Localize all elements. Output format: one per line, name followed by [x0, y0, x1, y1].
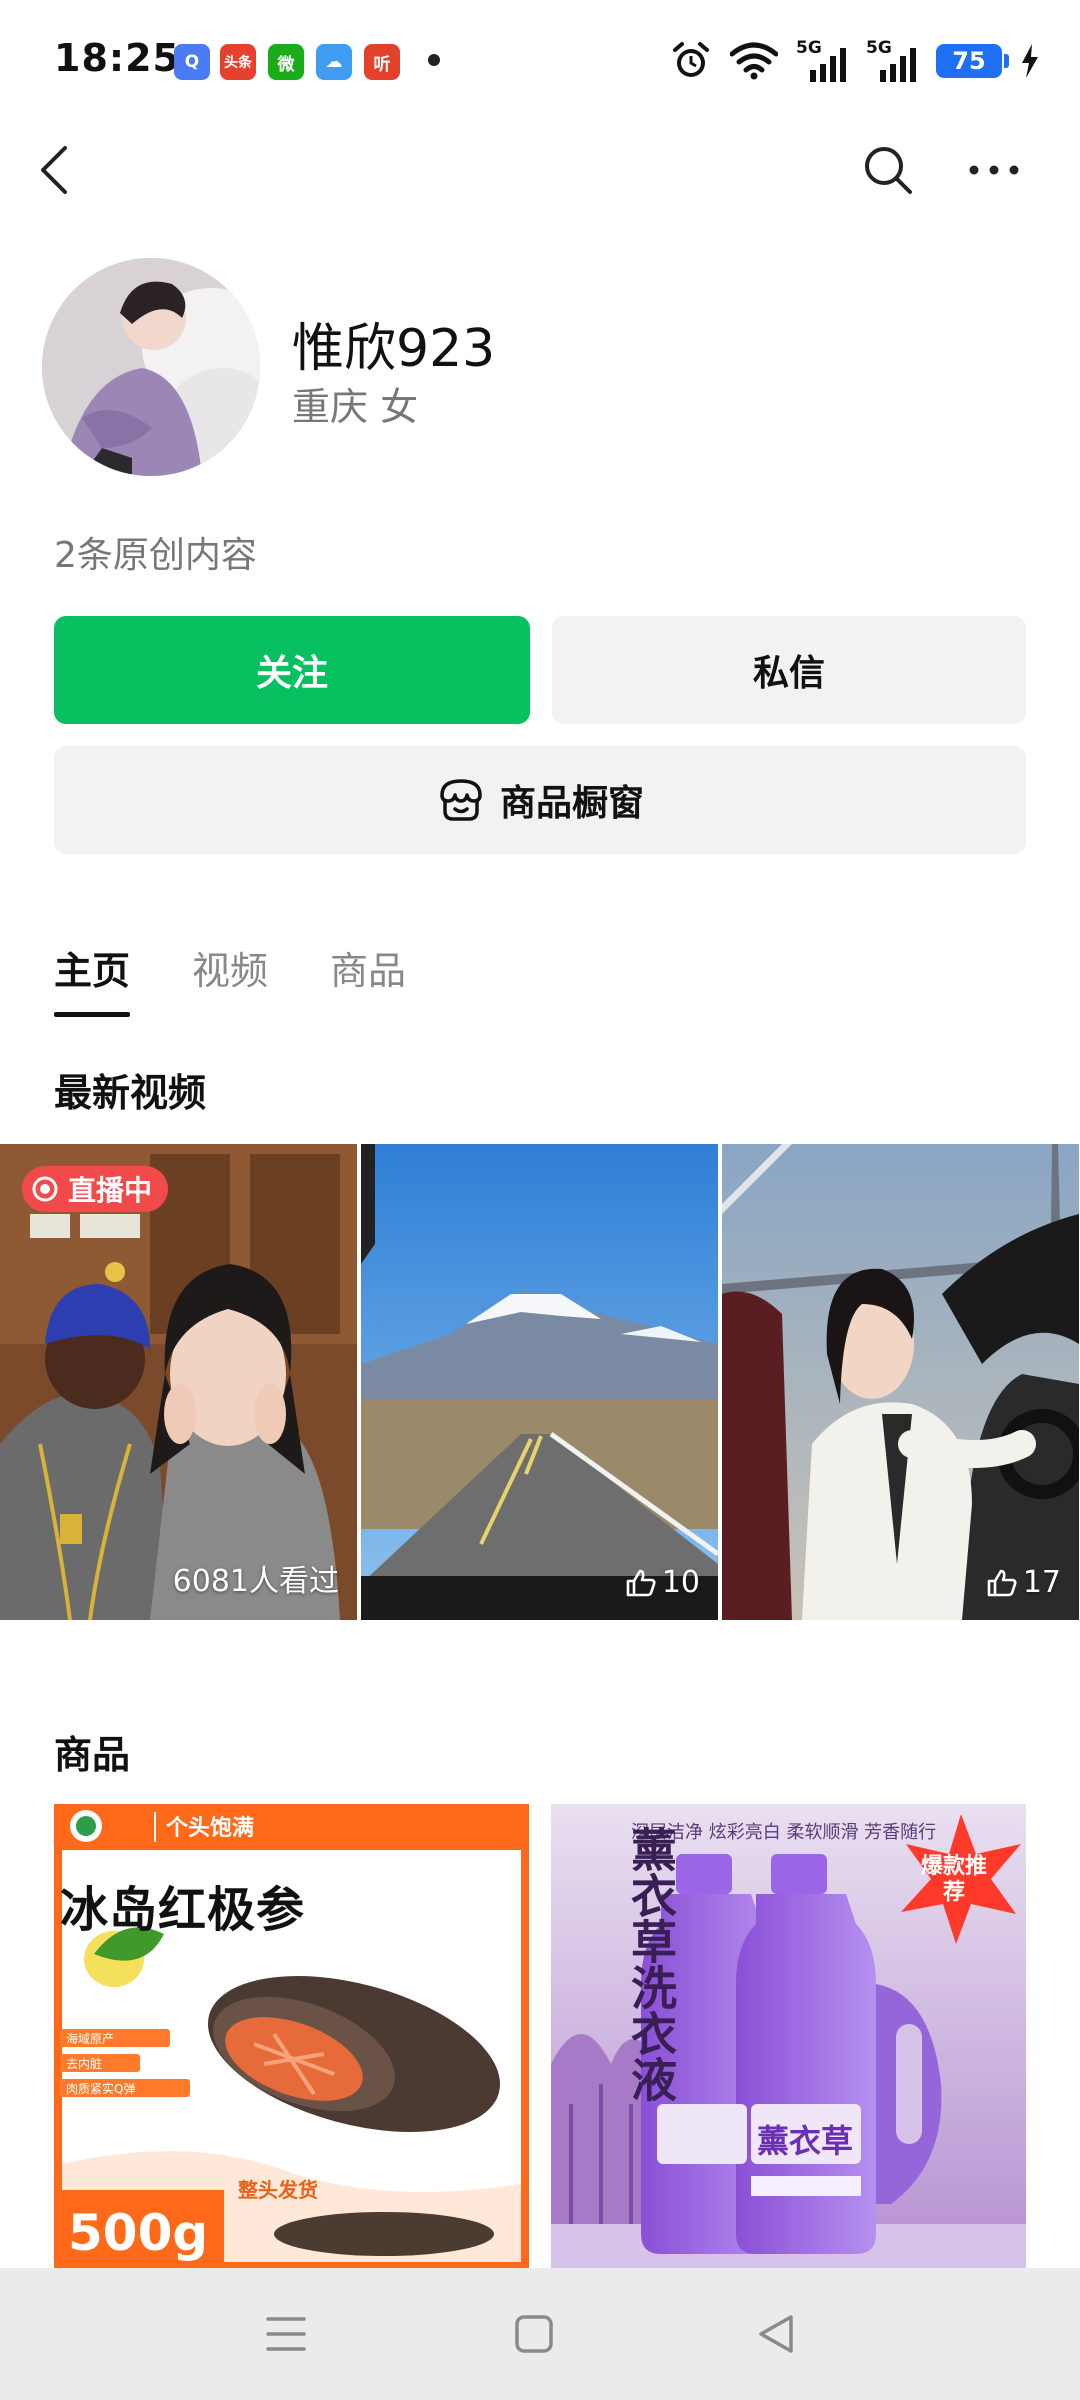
live-badge-label: 直播中: [68, 1174, 153, 1207]
more-notifications-dot: [428, 54, 440, 66]
back-triangle-icon: [759, 2315, 793, 2353]
home-key[interactable]: [498, 2298, 570, 2370]
shop-window-icon: [440, 779, 482, 821]
video-card-road[interactable]: 10: [361, 1144, 718, 1620]
latest-videos-title: 最新视频: [54, 1071, 207, 1115]
message-label: 私信: [752, 653, 825, 694]
wechat-icon: 微: [268, 44, 304, 80]
product-tag: 个头饱满: [166, 1816, 255, 1841]
shop-window-button[interactable]: 商品橱窗: [54, 746, 1026, 854]
profile-name: 惟欣923: [292, 319, 496, 379]
status-time: 18:25: [54, 36, 180, 80]
video-thumbnail-2: [361, 1144, 718, 1620]
back-key[interactable]: [740, 2298, 812, 2370]
like-count-text: 10: [661, 1565, 700, 1600]
avatar[interactable]: [42, 258, 260, 476]
toutiao-icon: 头条: [220, 44, 256, 80]
product-ship-note: 整头发货: [238, 2178, 318, 2202]
battery-level: 75: [952, 47, 986, 75]
system-indicators: 5G 5G 75: [670, 36, 1040, 86]
follow-button[interactable]: 关注: [54, 616, 530, 724]
product-bullet: 海域原产: [66, 2032, 115, 2046]
system-navigation-bar: [0, 2268, 1080, 2400]
weather-icon: ☁: [316, 44, 352, 80]
top-navbar: [0, 130, 1080, 210]
like-count: 17: [987, 1565, 1061, 1600]
status-bar: 18:25 Q 头条 微 ☁ 听 5G 5G 75: [0, 0, 1080, 120]
home-square-icon: [515, 2315, 553, 2353]
tab-home[interactable]: 主页: [54, 940, 131, 1017]
thumbs-up-icon: [987, 1569, 1017, 1596]
chevron-left-icon: [41, 146, 67, 194]
alarm-icon: [673, 42, 709, 77]
product-grid: 个头饱满 冰岛红极参 海域原产 去内脏 肉质紧实Q弹 整头发货 500g 深层洁…: [54, 1804, 1026, 2270]
live-indicator-icon: [32, 1176, 58, 1202]
like-count-text: 17: [1022, 1565, 1061, 1600]
like-count: 10: [626, 1565, 700, 1600]
product-bottle-label: 薰衣草: [757, 2122, 854, 2160]
viewer-count: 6081人看过: [173, 1556, 339, 1600]
original-content-count[interactable]: 2条原创内容: [54, 526, 257, 578]
search-icon: [865, 147, 912, 194]
tab-videos[interactable]: 视频: [192, 940, 268, 1017]
message-button[interactable]: 私信: [552, 616, 1026, 724]
product-burst-badge: 爆款推荐: [920, 1854, 987, 1905]
signal-5g-icon-2: 5G: [866, 38, 918, 82]
more-button[interactable]: [954, 130, 1034, 210]
product-bullet: 肉质紧实Q弹: [66, 2082, 136, 2096]
profile-tabs: 主页 视频 商品: [54, 940, 406, 1017]
signal-5g-icon: 5G: [796, 38, 848, 82]
product-headline: 冰岛红极参: [60, 1882, 306, 1938]
shop-window-label: 商品橱窗: [499, 783, 644, 824]
charging-icon: [1022, 44, 1038, 78]
browser-icon: Q: [174, 44, 210, 80]
video-thumbnail-1: [0, 1144, 357, 1620]
product-bullet: 去内脏: [66, 2057, 103, 2071]
product-vertical-title: 薰衣草洗衣液: [624, 1826, 678, 2102]
menu-icon: [266, 2317, 306, 2351]
more-dots-icon: [969, 165, 1019, 175]
wifi-icon: [730, 42, 778, 80]
tab-products[interactable]: 商品: [330, 940, 406, 1017]
follow-label: 关注: [255, 653, 328, 694]
back-button[interactable]: [14, 130, 94, 210]
live-badge: 直播中: [22, 1166, 169, 1212]
video-card-live[interactable]: 直播中 6081人看过: [0, 1144, 357, 1620]
product-card-detergent[interactable]: 深层洁净 炫彩亮白 柔软顺滑 芳香随行 薰衣草洗衣液 爆款推荐 薰衣草: [551, 1804, 1026, 2270]
search-button[interactable]: [848, 130, 928, 210]
thumbs-up-icon: [626, 1569, 656, 1596]
product-card-sea-cucumber[interactable]: 个头饱满 冰岛红极参 海域原产 去内脏 肉质紧实Q弹 整头发货 500g: [54, 1804, 529, 2270]
profile-location-gender: 重庆 女: [292, 385, 419, 429]
products-title: 商品: [54, 1733, 131, 1777]
avatar-photo: [42, 258, 260, 476]
viewer-count-text: 6081人看过: [172, 1564, 339, 1599]
product-weight: 500g: [68, 2204, 209, 2262]
video-thumbnail-3: [722, 1144, 1079, 1620]
video-grid: 直播中 6081人看过 10 17: [0, 1144, 1080, 1620]
ting-icon: 听: [364, 44, 400, 80]
menu-key[interactable]: [250, 2298, 322, 2370]
video-card-car[interactable]: 17: [722, 1144, 1079, 1620]
battery-icon: 75: [936, 44, 1009, 78]
